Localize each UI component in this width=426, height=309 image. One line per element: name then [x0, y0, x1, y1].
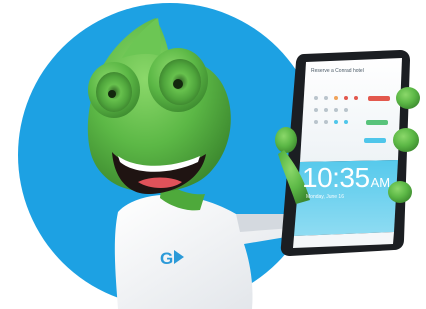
finger-bottom: [388, 181, 412, 203]
smartphone: [280, 50, 410, 256]
hero-illustration: G Reserve a Conrad hotel 10:35AM Monday,…: [0, 0, 426, 309]
finger-middle: [393, 128, 419, 152]
shirt-logo-letter: G: [160, 249, 173, 268]
booking-red-chip: [368, 96, 390, 101]
phone-clock-time: 10:35: [302, 162, 370, 193]
thumb: [275, 127, 297, 153]
phone-app-title: Reserve a Conrad hotel: [311, 68, 364, 74]
right-pupil: [173, 79, 183, 89]
booking-blue-chip: [364, 138, 386, 143]
chameleon-scene: G: [18, 3, 420, 309]
booking-green-chip: [366, 120, 388, 125]
left-pupil: [108, 90, 116, 98]
phone-clock: 10:35AM: [302, 164, 390, 192]
phone-clock-ampm: AM: [370, 175, 391, 190]
phone-date: Monday, June 16: [306, 194, 344, 200]
finger-top: [396, 87, 420, 109]
